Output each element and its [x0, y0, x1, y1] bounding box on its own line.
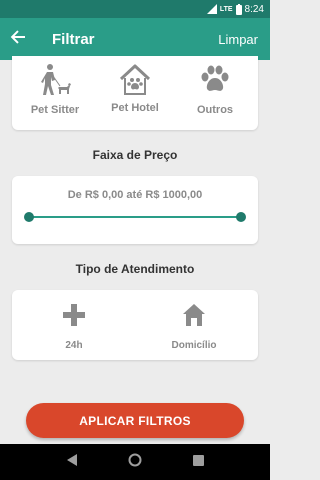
option-24h[interactable]: 24h [34, 300, 114, 351]
service-label: Pet Sitter [30, 104, 80, 116]
service-label: Outros [196, 104, 234, 116]
square-recents-icon [192, 453, 204, 471]
price-slider-track[interactable] [29, 216, 241, 218]
services-card: Pet Sitter Pet Hotel Outros [12, 56, 258, 130]
service-type-section-title: Tipo de Atendimento [75, 262, 195, 276]
nav-home-button[interactable] [121, 448, 149, 476]
battery-icon [235, 3, 242, 15]
service-pet-hotel[interactable]: Pet Hotel [100, 62, 170, 114]
signal-icon [206, 4, 217, 14]
service-type-card: 24h Domicílio [12, 290, 258, 360]
person-walking-dog-icon [20, 62, 90, 98]
nav-back-button[interactable] [58, 448, 86, 476]
app-bar: Filtrar Limpar [0, 18, 270, 60]
apply-filters-button[interactable]: APLICAR FILTROS [26, 403, 244, 438]
option-label: Domicílio [171, 340, 217, 351]
price-section-title: Faixa de Preço [92, 148, 178, 162]
plus-icon [34, 300, 114, 330]
price-slider-max-thumb[interactable] [236, 212, 246, 222]
network-label: LTE [219, 5, 233, 13]
triangle-back-icon [66, 453, 77, 471]
page-title: Filtrar [52, 30, 95, 48]
arrow-left-icon [10, 29, 26, 50]
back-button[interactable] [0, 18, 36, 60]
pet-house-icon [100, 62, 170, 98]
option-label: 24h [65, 340, 83, 351]
price-slider-min-thumb[interactable] [24, 212, 34, 222]
status-bar: LTE 8:24 [0, 0, 270, 18]
price-card: De R$ 0,00 até R$ 1000,00 [12, 176, 258, 244]
home-icon [154, 300, 234, 330]
service-pet-sitter[interactable]: Pet Sitter [20, 62, 90, 116]
system-nav-bar [0, 444, 270, 480]
nav-recents-button[interactable] [184, 448, 212, 476]
paw-icon [180, 62, 250, 98]
clear-button[interactable]: Limpar [218, 32, 258, 47]
circle-home-icon [128, 453, 142, 472]
service-label: Pet Hotel [111, 102, 159, 114]
option-domicilio[interactable]: Domicílio [154, 300, 234, 351]
clock: 8:24 [244, 3, 264, 15]
price-range-text: De R$ 0,00 até R$ 1000,00 [67, 189, 203, 201]
service-outros[interactable]: Outros [180, 62, 250, 116]
